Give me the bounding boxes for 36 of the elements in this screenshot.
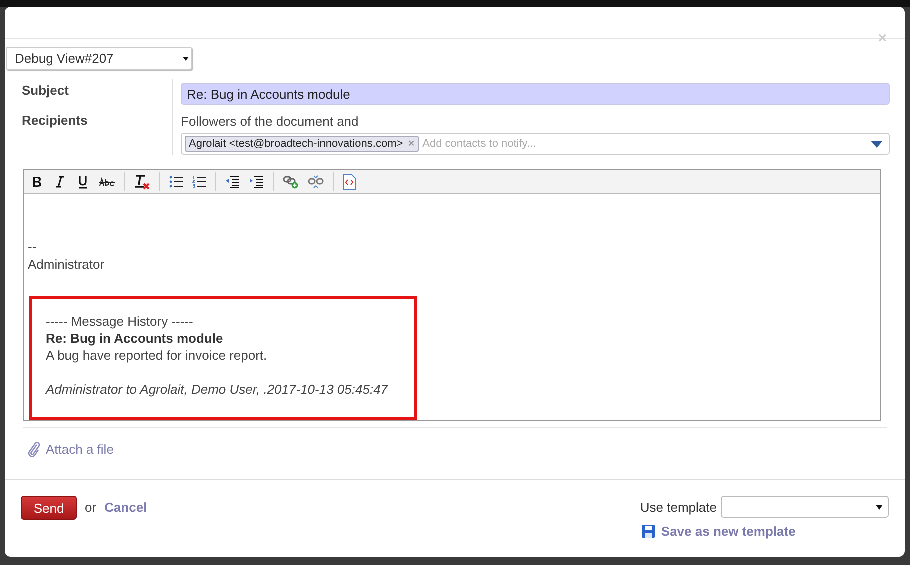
rich-text-editor[interactable]: -- Administrator ----- Message History ----- Re: Bug in Accounts module A bug have reported for invoice report. Administrator to Agrolait, Demo User, .2017-10-13 05:45:47 [23,169,881,421]
or-text: or [85,500,97,515]
send-button[interactable]: Send [21,496,77,520]
template-label: Use template [640,500,717,514]
recipients-placeholder: Add contacts to notify... [422,138,538,150]
italic-icon[interactable] [53,174,67,188]
attach-file-link[interactable]: Attach a file [28,440,114,458]
field-label: Recipients [22,113,89,130]
subject-field[interactable]: Re: Bug in Accounts module [181,83,890,105]
history-heading: ----- Message History ----- [46,313,194,330]
field-label: Subject [22,83,70,100]
recipients-note: Followers of the document and [181,114,360,129]
numbered-list-icon[interactable] [192,174,206,188]
history-body: A bug have reported for invoice report. [46,347,268,364]
clear-format-icon[interactable] [134,174,150,190]
caret-icon [876,504,883,510]
unlink-icon[interactable] [308,174,324,188]
history-title: Re: Bug in Accounts module [46,330,224,347]
link-icon[interactable] [283,174,299,188]
body-text: Administrator [28,256,106,274]
bold-icon[interactable] [30,174,44,188]
caret-icon [183,56,189,60]
dropdown-icon [871,140,883,148]
underline-icon[interactable] [76,174,90,188]
history-signature: Administrator to Agrolait, Demo User, .2017-10-13 05:45:47 [46,381,390,398]
source-code-icon[interactable] [343,174,356,190]
indent-icon[interactable] [249,174,264,188]
tag-label: Agrolait <test@broadtech-innovations.com> [189,138,404,150]
outdent-icon[interactable] [225,174,240,188]
paperclip-icon [28,440,40,458]
recipients-field[interactable]: Agrolait <test@broadtech-innovations.com> × Add contacts to notify... [181,133,890,155]
cancel-link[interactable]: Cancel [104,500,148,515]
body-text: -- [28,238,38,256]
bullet-list-icon[interactable] [169,174,183,188]
save-template-link[interactable]: Save as new template [642,524,889,539]
view-select[interactable]: Debug View#207 [6,47,192,70]
